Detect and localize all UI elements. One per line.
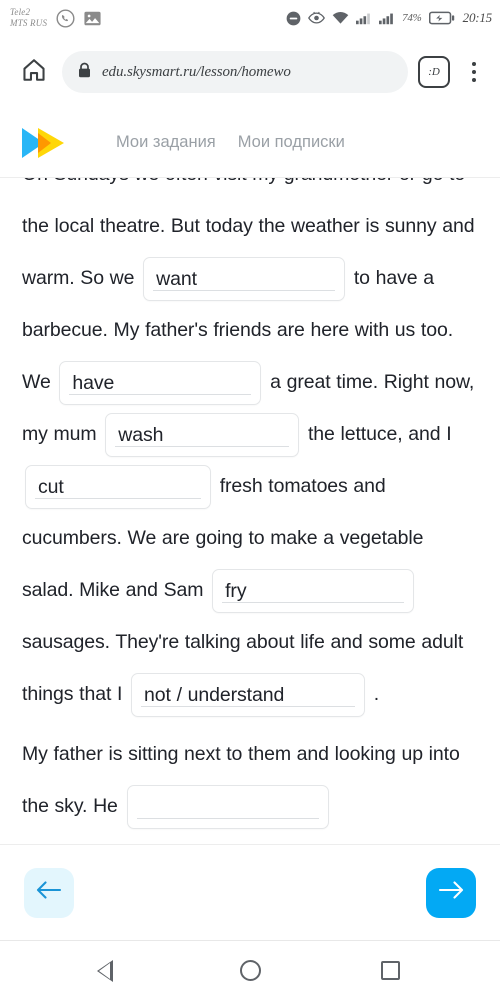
lock-icon: [78, 62, 91, 83]
blank-not-understand-value: not / understand: [144, 683, 285, 706]
android-navigation-bar: [0, 940, 500, 1000]
whatsapp-icon: [56, 8, 75, 28]
overflow-menu-icon[interactable]: [458, 54, 490, 90]
blank-fry-value: fry: [225, 579, 247, 602]
nav-item-my-subscriptions[interactable]: Мои подписки: [238, 133, 345, 152]
arrow-right-icon: [437, 878, 465, 907]
url-text: edu.skysmart.ru/lesson/homewo: [102, 63, 291, 80]
lesson-scroll-area[interactable]: On Sundays we often visit my grandmother…: [0, 178, 500, 844]
text-run: the: [307, 423, 335, 445]
nav-item-my-tasks[interactable]: Мои задания: [116, 133, 216, 152]
clipped-first-line: On Sundays we often visit my grandmother: [22, 178, 393, 185]
eye-icon: [308, 11, 326, 25]
text-run: a great time. Right: [270, 371, 429, 393]
site-header: Мои задания Мои подписки: [0, 108, 500, 178]
lesson-footer: [0, 844, 500, 940]
text-run: lettuce, and I: [340, 423, 452, 445]
arrow-left-icon: [35, 878, 63, 907]
dnd-icon: [286, 11, 301, 26]
lesson-content: On Sundays we often visit my grandmother…: [0, 178, 500, 832]
blank-wash[interactable]: wash: [105, 412, 300, 457]
phone-screen: Tele2 MTS RUS 74% 20:15 edu.skysmart.ru/…: [0, 0, 500, 1000]
photo-icon: [84, 11, 101, 26]
blank-want[interactable]: want: [143, 256, 346, 301]
signal-sim2-icon: [379, 11, 395, 25]
next-task-button[interactable]: [426, 867, 476, 918]
menu-dot: [472, 70, 476, 74]
blank-have[interactable]: have: [59, 360, 262, 405]
status-bar-left: Tele2 MTS RUS: [10, 7, 101, 29]
skysmart-logo[interactable]: [18, 126, 70, 160]
sentence-period: .: [373, 683, 380, 705]
text-run: sausages. They're: [22, 631, 180, 653]
blank-want-value: want: [156, 267, 197, 290]
text-run: My father is sitting next to them and: [22, 743, 329, 765]
android-back-button[interactable]: [82, 943, 138, 999]
battery-charging-icon: [428, 11, 455, 25]
square-recents-icon: [380, 961, 400, 980]
text-run: fresh: [219, 475, 263, 497]
previous-task-button[interactable]: [24, 867, 74, 918]
home-button[interactable]: [14, 52, 54, 92]
status-bar-right: 74% 20:15: [286, 10, 492, 26]
lesson-paragraph-1: On Sundays we often visit my grandmother…: [22, 178, 478, 720]
browser-toolbar: edu.skysmart.ru/lesson/homewo :D: [0, 36, 500, 108]
android-home-button[interactable]: [222, 943, 278, 999]
url-bar[interactable]: edu.skysmart.ru/lesson/homewo: [62, 51, 408, 93]
blank-next-clipped[interactable]: [126, 784, 329, 829]
blank-fry[interactable]: fry: [212, 568, 415, 613]
menu-dot: [472, 78, 476, 82]
carrier-label: Tele2 MTS RUS: [10, 7, 48, 28]
text-run: that I: [79, 683, 123, 705]
blank-wash-value: wash: [118, 423, 164, 446]
status-bar: Tele2 MTS RUS 74% 20:15: [0, 0, 500, 36]
battery-percent-label: 74%: [402, 12, 422, 24]
blank-cut-value: cut: [38, 475, 64, 498]
menu-dot: [472, 62, 476, 66]
reader-mode-button[interactable]: :D: [418, 56, 450, 88]
blank-not-understand[interactable]: not / understand: [131, 672, 366, 717]
signal-sim1-icon: [356, 11, 372, 25]
lesson-paragraph-2: My father is sitting next to them and lo…: [22, 728, 478, 832]
circle-home-icon: [239, 960, 261, 981]
android-recents-button[interactable]: [362, 943, 418, 999]
site-nav: Мои задания Мои подписки: [116, 133, 345, 152]
blank-cut[interactable]: cut: [25, 464, 211, 509]
blank-have-value: have: [72, 371, 115, 394]
status-clock: 20:15: [462, 10, 493, 25]
home-icon: [21, 57, 47, 88]
triangle-back-icon: [96, 959, 124, 982]
wifi-icon: [332, 11, 349, 25]
